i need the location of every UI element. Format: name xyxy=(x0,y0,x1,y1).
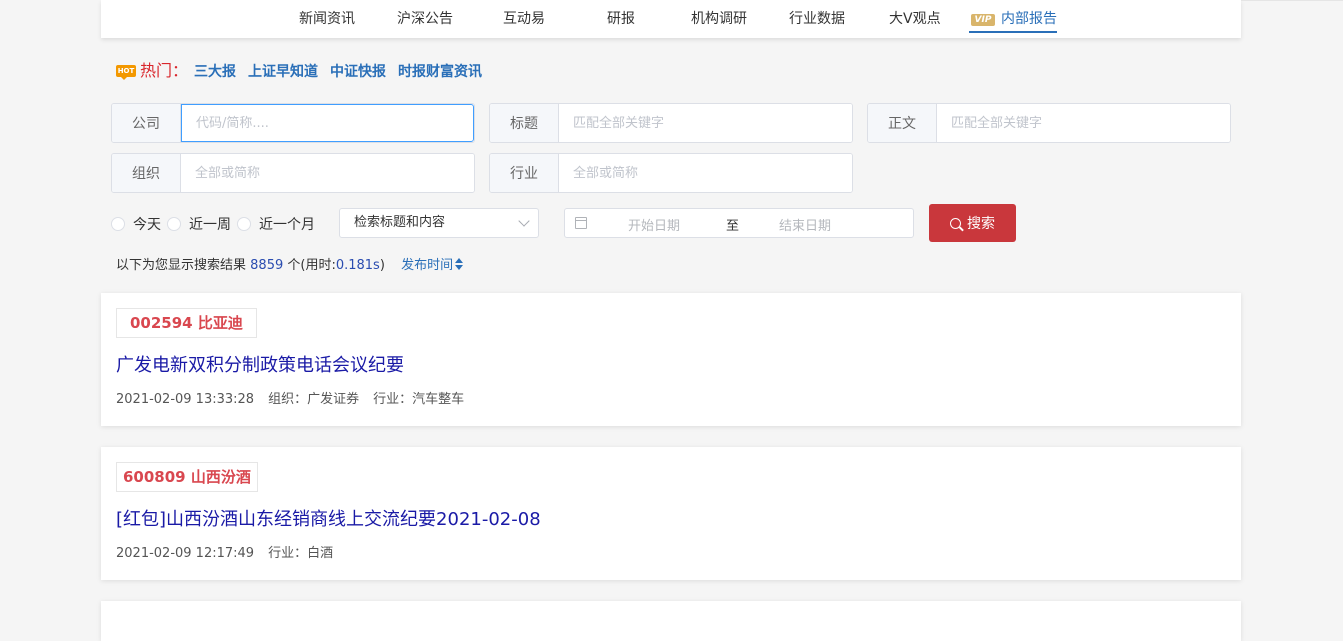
org-input[interactable] xyxy=(181,154,474,192)
result-datetime: 2021-02-09 12:17:49 xyxy=(116,546,255,561)
nav-item-interaction[interactable]: 互动易 xyxy=(503,8,545,28)
nav-item-bigv[interactable]: 大V观点 xyxy=(889,8,941,28)
company-field: 公司 xyxy=(111,103,475,143)
company-label: 公司 xyxy=(112,104,181,142)
result-org: 组织：广发证券 xyxy=(268,392,360,407)
search-scope-select[interactable]: 检索标题和内容 xyxy=(339,208,539,238)
active-tab-underline xyxy=(969,31,1057,33)
stock-tag[interactable]: 002594 比亚迪 xyxy=(116,308,257,338)
industry-input[interactable] xyxy=(559,154,852,192)
nav-item-internal-report[interactable]: VIP 内部报告 xyxy=(969,8,1057,33)
radio-week[interactable]: 近一周 xyxy=(167,214,231,234)
hot-link-shibao[interactable]: 时报财富资讯 xyxy=(398,64,482,80)
result-card: 600809 山西汾酒 [红包]山西汾酒山东经销商线上交流纪要2021-02-0… xyxy=(101,447,1241,580)
industry-label: 行业 xyxy=(490,154,559,192)
sort-label: 发布时间 xyxy=(401,258,454,273)
radio-month[interactable]: 近一个月 xyxy=(237,214,315,234)
org-label: 组织 xyxy=(112,154,181,192)
radio-circle xyxy=(167,217,181,231)
date-separator: 至 xyxy=(726,219,740,234)
body-input[interactable] xyxy=(937,104,1230,142)
result-industry: 行业：汽车整车 xyxy=(373,392,465,407)
body-label: 正文 xyxy=(868,104,937,142)
hot-links-row: HOT 热门： 三大报 上证早知道 中证快报 时报财富资讯 xyxy=(116,57,494,80)
date-start-input[interactable]: 开始日期 xyxy=(628,215,680,234)
title-label: 标题 xyxy=(490,104,559,142)
date-range-picker[interactable]: 开始日期 至 结束日期 xyxy=(564,208,914,238)
hot-link-shangzheng[interactable]: 上证早知道 xyxy=(248,64,318,80)
result-close: ) xyxy=(379,258,385,273)
result-meta: 2021-02-09 12:17:49 行业：白酒 xyxy=(116,542,347,561)
org-field: 组织 xyxy=(111,153,475,193)
radio-today[interactable]: 今天 xyxy=(111,214,161,234)
nav-item-news[interactable]: 新闻资讯 xyxy=(299,8,355,28)
vip-icon: VIP xyxy=(971,14,995,26)
company-input[interactable] xyxy=(181,104,474,142)
industry-field: 行业 xyxy=(489,153,853,193)
result-time: 0.181s xyxy=(335,258,380,273)
result-prefix: 以下为您显示搜索结果 xyxy=(116,258,247,273)
search-button[interactable]: 搜索 xyxy=(929,204,1016,242)
result-suffix: 个(用时: xyxy=(287,258,336,273)
radio-circle xyxy=(111,217,125,231)
hot-link-zhongzheng[interactable]: 中证快报 xyxy=(330,64,386,80)
title-field: 标题 xyxy=(489,103,853,143)
hot-icon: HOT xyxy=(116,65,136,80)
top-nav: 新闻资讯 沪深公告 互动易 研报 机构调研 行业数据 大V观点 VIP 内部报告 xyxy=(101,0,1241,38)
result-card-partial xyxy=(101,601,1241,641)
search-icon xyxy=(950,217,961,229)
radio-label: 近一周 xyxy=(189,217,231,233)
search-scope-value: 检索标题和内容 xyxy=(354,215,446,230)
result-summary: 以下为您显示搜索结果 8859 个(用时:0.181s) 发布时间 xyxy=(116,254,464,273)
result-count: 8859 xyxy=(250,258,284,273)
hot-link-sandabao[interactable]: 三大报 xyxy=(194,64,236,80)
result-title[interactable]: 广发电新双积分制政策电话会议纪要 xyxy=(116,351,404,377)
title-input[interactable] xyxy=(559,104,852,142)
radio-circle xyxy=(237,217,251,231)
hot-label: 热门： xyxy=(140,61,189,80)
nav-item-announcements[interactable]: 沪深公告 xyxy=(397,8,453,28)
top-divider xyxy=(1241,0,1343,1)
time-range-radios: 今天 近一周 近一个月 xyxy=(111,214,321,234)
result-industry: 行业：白酒 xyxy=(268,546,334,561)
result-datetime: 2021-02-09 13:33:28 xyxy=(116,392,255,407)
stock-tag[interactable]: 600809 山西汾酒 xyxy=(116,462,258,492)
sort-by-publish-time[interactable]: 发布时间 xyxy=(401,258,464,273)
date-end-input[interactable]: 结束日期 xyxy=(779,215,831,234)
radio-label: 今天 xyxy=(133,217,161,233)
result-title[interactable]: [红包]山西汾酒山东经销商线上交流纪要2021-02-08 xyxy=(116,505,541,531)
nav-item-institution-survey[interactable]: 机构调研 xyxy=(691,8,747,28)
nav-item-research[interactable]: 研报 xyxy=(607,8,635,28)
search-button-label: 搜索 xyxy=(967,215,995,231)
nav-item-industry-data[interactable]: 行业数据 xyxy=(789,8,845,28)
chevron-down-icon xyxy=(518,215,530,227)
calendar-icon xyxy=(575,217,587,229)
body-field: 正文 xyxy=(867,103,1231,143)
sort-icon xyxy=(455,258,464,270)
nav-item-internal-report-label: 内部报告 xyxy=(1001,11,1057,27)
result-meta: 2021-02-09 13:33:28 组织：广发证券 行业：汽车整车 xyxy=(116,388,478,407)
radio-label: 近一个月 xyxy=(259,217,315,233)
result-card: 002594 比亚迪 广发电新双积分制政策电话会议纪要 2021-02-09 1… xyxy=(101,293,1241,426)
